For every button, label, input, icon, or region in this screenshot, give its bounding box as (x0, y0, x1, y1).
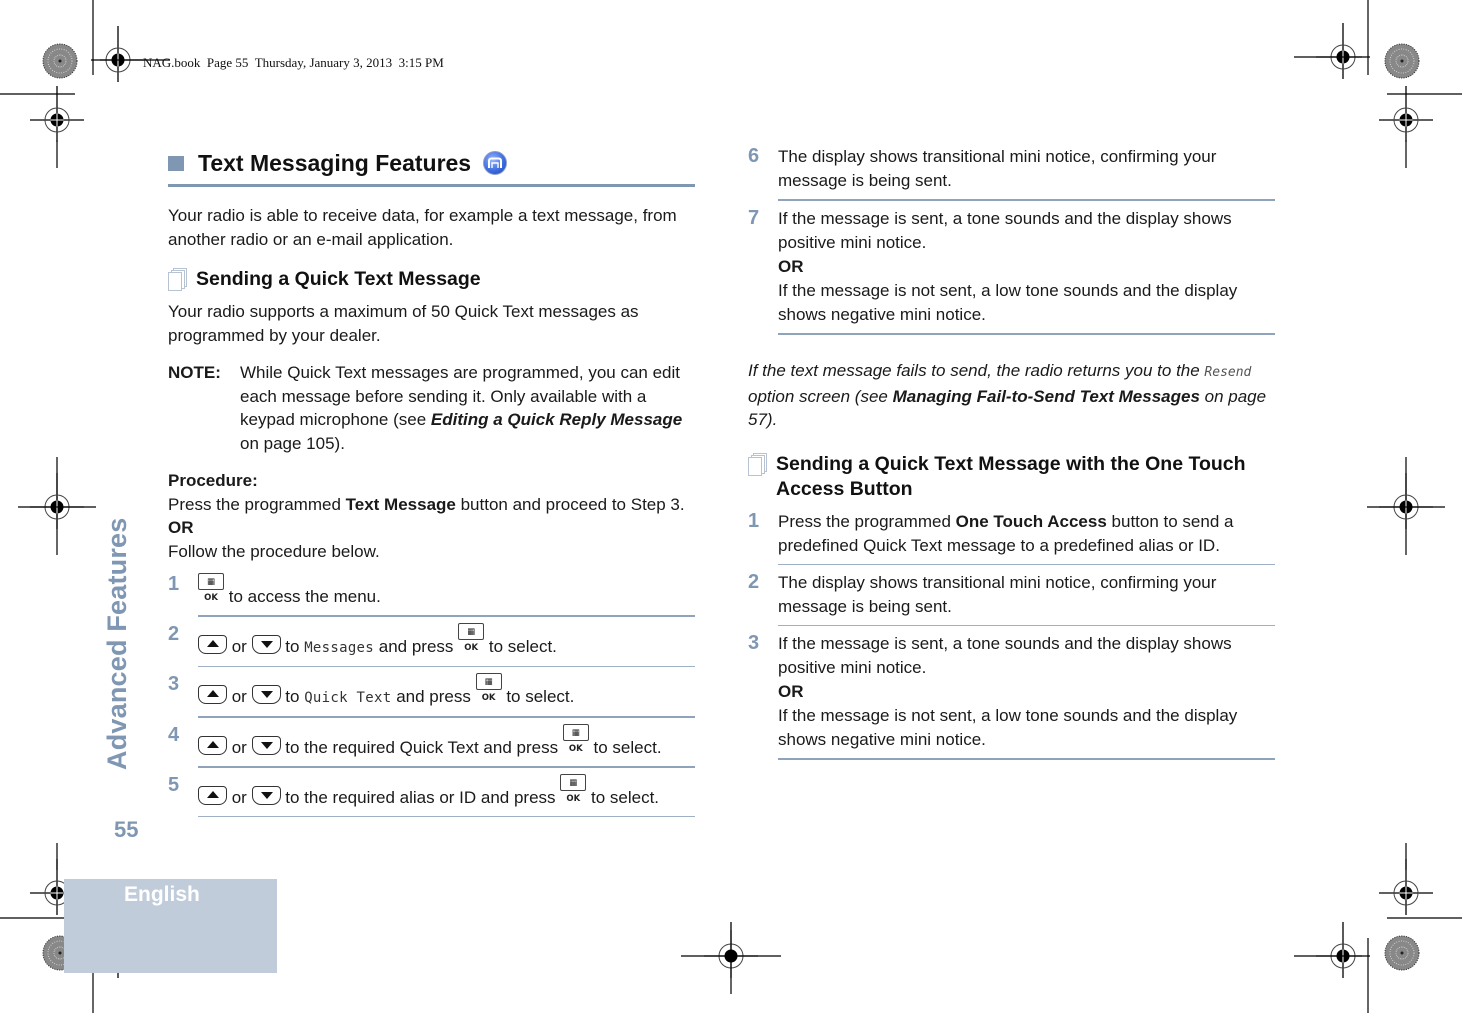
menu-ok-key-icon: ▦ OK (458, 623, 485, 653)
menu-item-name: Resend (1204, 365, 1252, 380)
down-arrow-key-icon (251, 786, 281, 805)
procedure-line1: Press the programmed Text Message button… (168, 494, 685, 514)
step-item: 3 or to Quick Text and press ▦ OK to sel… (168, 673, 695, 724)
language-label: English (124, 883, 200, 906)
section-title: Text Messaging Features (198, 149, 472, 176)
step-item: 6 The display shows transitional mini no… (748, 145, 1275, 207)
step-item: 2 or to Messages and press ▦ OK to selec… (168, 623, 695, 673)
menu-item-name: Quick Text (304, 690, 392, 706)
note-block: NOTE: While Quick Text messages are prog… (168, 361, 695, 455)
up-arrow-key-icon (198, 635, 227, 654)
procedure-or: OR (168, 518, 194, 537)
subheading-title: Sending a Quick Text Message with the On… (776, 452, 1246, 500)
subheading-title: Sending a Quick Text Message (196, 268, 481, 290)
section-side-title: Advanced Features (102, 517, 132, 771)
procedure-label: Procedure: (168, 471, 258, 490)
page-number: 55 (114, 817, 139, 842)
step-item: 1 ▦ OK to access the menu. (168, 573, 695, 623)
intro-paragraph: Your radio is able to receive data, for … (168, 206, 677, 249)
procedure-block: Procedure: Press the programmed Text Mes… (168, 469, 695, 563)
subheading-quick-text: Sending a Quick Text Message (168, 267, 695, 292)
quick-text-intro: Your radio supports a maximum of 50 Quic… (168, 302, 639, 345)
subheading-one-touch: Sending a Quick Text Message with the On… (748, 452, 1275, 502)
pages-icon (168, 268, 187, 291)
menu-item-name: Messages (304, 640, 375, 656)
note-text: While Quick Text messages are programmed… (240, 363, 683, 453)
fail-to-send-note: If the text message fails to send, the r… (748, 361, 1267, 429)
step-number: 7 (748, 207, 760, 229)
down-arrow-key-icon (251, 635, 281, 654)
square-bullet-icon (168, 155, 184, 171)
procedure-steps-continued: 6 The display shows transitional mini no… (748, 145, 1275, 341)
step-number: 2 (168, 623, 180, 645)
registration-mark (90, 25, 146, 83)
left-column: Text Messaging Features Your radio is ab… (168, 145, 695, 823)
starburst-mark-top-right (1384, 43, 1420, 79)
right-column: 6 The display shows transitional mini no… (748, 145, 1275, 766)
step-item: 3 If the message is sent, a tone sounds … (748, 632, 1275, 766)
step-item: 1 Press the programmed One Touch Access … (748, 510, 1275, 571)
step-number: 1 (168, 573, 180, 595)
step-item: 2 The display shows transitional mini no… (748, 571, 1275, 632)
note-link[interactable]: Editing a Quick Reply Message (431, 410, 682, 429)
step-number: 6 (748, 145, 760, 167)
starburst-mark-bottom-right (1384, 935, 1420, 971)
step-number: 5 (168, 774, 180, 796)
print-slug: NAG.book Page 55 Thursday, January 3, 20… (143, 55, 444, 70)
step-number: 1 (748, 509, 760, 532)
step-item: 7 If the message is sent, a tone sounds … (748, 207, 1275, 341)
down-arrow-key-icon (251, 685, 281, 704)
menu-ok-key-icon: ▦ OK (560, 774, 587, 804)
step-item: 5 or to the required alias or ID and pre… (168, 774, 695, 823)
up-arrow-key-icon (198, 736, 227, 755)
menu-ok-key-icon: ▦ OK (475, 673, 502, 703)
step-number: 3 (748, 631, 760, 654)
menu-ok-key-icon: ▦ OK (198, 573, 224, 603)
procedure-line2: Follow the procedure below. (168, 541, 380, 561)
menu-ok-key-icon: ▦ OK (562, 724, 589, 754)
registration-mark (29, 472, 85, 530)
note-label: NOTE: (168, 363, 221, 382)
step-number: 3 (168, 673, 180, 695)
registration-mark (1315, 921, 1371, 979)
up-arrow-key-icon (198, 786, 227, 805)
down-arrow-key-icon (251, 736, 281, 755)
one-touch-steps: 1 Press the programmed One Touch Access … (748, 510, 1275, 766)
heading-rule (168, 184, 695, 187)
fail-note-link[interactable]: Managing Fail-to-Send Text Messages (893, 387, 1200, 406)
digital-mode-icon (483, 151, 508, 175)
section-heading: Text Messaging Features (168, 145, 695, 181)
registration-mark (1378, 858, 1434, 916)
step-number: 2 (748, 570, 760, 593)
step-number: 4 (168, 724, 180, 746)
up-arrow-key-icon (198, 685, 227, 704)
starburst-mark-top-left (42, 43, 78, 79)
registration-mark (1378, 472, 1434, 530)
pages-icon (748, 452, 767, 476)
step-item: 4 or to the required Quick Text and pres… (168, 724, 695, 774)
procedure-steps: 1 ▦ OK to access the menu. 2 or to Messa… (168, 573, 695, 823)
registration-mark (1315, 22, 1371, 80)
